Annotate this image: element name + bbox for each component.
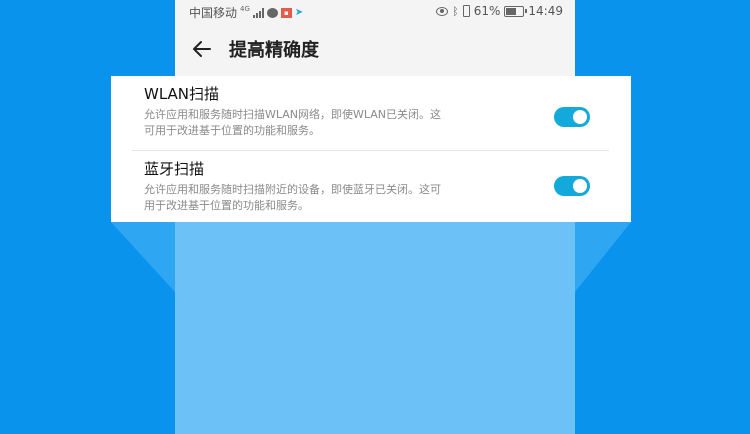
- bluetooth-scan-toggle[interactable]: [554, 176, 590, 196]
- eye-icon: [436, 6, 449, 16]
- battery-icon: [504, 5, 528, 17]
- card-shadow-left: [111, 222, 175, 292]
- divider: [132, 150, 609, 151]
- clock: 14:49: [528, 4, 563, 18]
- settings-card: WLAN扫描 允许应用和服务随时扫描WLAN网络，即使WLAN已关闭。这可用于改…: [111, 76, 631, 222]
- vibrate-icon: [462, 5, 470, 17]
- setting-title: WLAN扫描: [144, 85, 220, 103]
- battery-percent: 61%: [473, 4, 501, 18]
- carrier-name: 中国移动: [189, 6, 238, 20]
- setting-description: 允许应用和服务随时扫描WLAN网络，即使WLAN已关闭。这可用于改进基于位置的功…: [144, 108, 442, 137]
- signal-icon: [252, 7, 264, 18]
- app-header: 提高精确度: [175, 28, 575, 70]
- message-icon: [266, 7, 278, 18]
- toggle-knob: [573, 179, 587, 193]
- status-right: ᛒ 61% 14:49: [436, 4, 563, 18]
- setting-row-bluetooth-scan[interactable]: 蓝牙扫描 允许应用和服务随时扫描附近的设备，即使蓝牙已关闭。这可用于改进基于位置…: [144, 159, 609, 214]
- canvas: 中国移动 4G ▪ ➤ ᛒ 61% 14:49 提高精确度 WLAN扫描 允许应: [0, 0, 750, 434]
- card-shadow-right: [575, 222, 631, 292]
- network-badge: 4G: [240, 4, 250, 13]
- setting-row-wlan-scan[interactable]: WLAN扫描 允许应用和服务随时扫描WLAN网络，即使WLAN已关闭。这可用于改…: [144, 84, 609, 139]
- page-title: 提高精确度: [229, 40, 319, 61]
- wlan-scan-toggle[interactable]: [554, 107, 590, 127]
- status-left: 中国移动 4G ▪ ➤: [189, 4, 303, 21]
- bluetooth-icon: ᛒ: [452, 4, 459, 18]
- plane-icon: ➤: [294, 7, 304, 18]
- toggle-knob: [573, 110, 587, 124]
- phone-screen-lower: [175, 222, 575, 434]
- setting-description: 允许应用和服务随时扫描附近的设备，即使蓝牙已关闭。这可用于改进基于位置的功能和服…: [144, 183, 441, 212]
- status-bar: 中国移动 4G ▪ ➤ ᛒ 61% 14:49: [175, 0, 575, 24]
- back-arrow-icon[interactable]: [190, 37, 214, 61]
- setting-title: 蓝牙扫描: [144, 160, 205, 178]
- app-notification-icon: ▪: [280, 7, 292, 18]
